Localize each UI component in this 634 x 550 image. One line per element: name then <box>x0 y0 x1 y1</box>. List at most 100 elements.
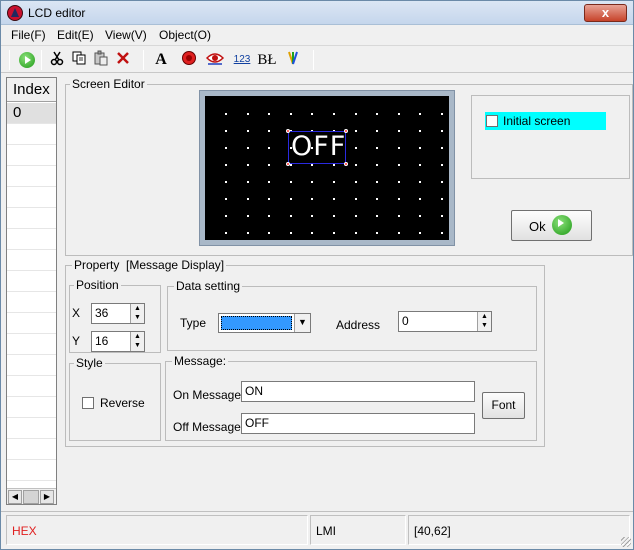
list-item <box>7 250 56 271</box>
status-device-text: LMI <box>316 524 337 538</box>
ok-button[interactable]: Ok <box>511 210 592 241</box>
lcd-grid-dot <box>246 181 249 183</box>
lcd-grid-dot <box>397 198 400 200</box>
bitmap-button[interactable]: BŁ <box>257 50 277 70</box>
font-button[interactable]: Font <box>482 392 525 419</box>
lcd-grid-dot <box>419 130 422 132</box>
record-icon <box>182 51 196 65</box>
cut-button[interactable] <box>47 50 67 70</box>
lcd-grid-dot <box>289 232 292 234</box>
delete-button[interactable] <box>113 50 133 70</box>
address-spinner[interactable]: ▲ ▼ <box>477 312 491 331</box>
status-device: LMI <box>310 515 406 545</box>
initial-screen-checkbox[interactable] <box>486 115 498 127</box>
on-message-field[interactable]: ON <box>241 381 475 402</box>
lcd-grid-dot <box>246 198 249 200</box>
lcd-grid-dot <box>333 215 335 217</box>
list-item <box>7 355 56 376</box>
y-spinner[interactable]: ▲ ▼ <box>130 332 144 351</box>
scroll-left-icon[interactable]: ◀ <box>8 490 22 504</box>
copy-button[interactable] <box>69 50 89 70</box>
lcd-grid-dot <box>441 215 443 217</box>
address-field[interactable]: 0 ▲ ▼ <box>398 311 492 332</box>
paint-button[interactable] <box>283 50 303 70</box>
view-button[interactable] <box>205 50 225 70</box>
spin-down-icon[interactable]: ▼ <box>478 321 491 331</box>
scroll-thumb[interactable] <box>23 490 39 504</box>
resize-handle[interactable] <box>286 162 290 166</box>
lcd-grid-dot <box>376 147 379 149</box>
reverse-checkbox[interactable] <box>82 397 94 409</box>
lcd-grid-dot <box>419 113 422 115</box>
arrow-right-icon <box>552 215 572 235</box>
close-button[interactable]: x <box>584 4 627 22</box>
index-row-0[interactable]: 0 <box>7 103 56 124</box>
lcd-grid-dot <box>225 164 227 166</box>
lcd-preview[interactable]: OFF <box>205 96 449 240</box>
index-list[interactable]: Index 0 ◀ ▶ <box>6 77 57 505</box>
address-label: Address <box>336 318 381 332</box>
lcd-grid-dot <box>333 181 335 183</box>
paste-icon <box>94 50 108 66</box>
initial-screen-label[interactable]: Initial screen <box>503 114 570 128</box>
menu-edit[interactable]: Edit(E) <box>57 28 94 42</box>
paste-button[interactable] <box>91 50 111 70</box>
lcd-grid-dot <box>246 113 249 115</box>
go-button[interactable] <box>17 50 37 70</box>
menu-file[interactable]: File(F) <box>11 28 46 42</box>
menu-view[interactable]: View(V) <box>105 28 147 42</box>
on-message-value: ON <box>245 384 263 398</box>
lcd-grid-dot <box>354 215 357 217</box>
lcd-grid-dot <box>311 181 314 183</box>
y-field[interactable]: 16 ▲ ▼ <box>91 331 145 352</box>
lcd-grid-dot <box>246 147 249 149</box>
lcd-grid-dot <box>397 232 400 234</box>
toolbar-separator <box>9 50 10 70</box>
scroll-right-icon[interactable]: ▶ <box>40 490 54 504</box>
x-value: 36 <box>95 306 109 320</box>
type-select[interactable]: ▼ <box>218 313 311 333</box>
lcd-grid-dot <box>354 130 357 132</box>
text-button[interactable]: A <box>151 50 171 70</box>
lcd-grid-dot <box>354 181 357 183</box>
off-message-field[interactable]: OFF <box>241 413 475 434</box>
on-message-label: On Message: <box>173 388 245 402</box>
record-button[interactable] <box>179 50 199 70</box>
lcd-grid-dot <box>441 181 443 183</box>
lcd-grid-dot <box>354 232 357 234</box>
status-coords-text: [40,62] <box>414 524 451 538</box>
lcd-grid-dot <box>246 164 249 166</box>
x-spinner[interactable]: ▲ ▼ <box>130 304 144 323</box>
menu-object[interactable]: Object(O) <box>159 28 211 42</box>
lcd-grid-dot <box>397 113 400 115</box>
chevron-down-icon[interactable]: ▼ <box>294 314 310 332</box>
index-header[interactable]: Index <box>7 78 56 102</box>
list-item <box>7 166 56 187</box>
style-label: Style <box>74 356 105 370</box>
resize-grip-icon[interactable] <box>621 537 631 547</box>
spin-down-icon[interactable]: ▼ <box>131 341 144 351</box>
spin-down-icon[interactable]: ▼ <box>131 313 144 323</box>
lcd-grid-dot <box>268 164 271 166</box>
index-horizontal-scrollbar[interactable]: ◀ ▶ <box>7 488 56 504</box>
message-label: Message: <box>172 354 229 368</box>
status-coords: [40,62] <box>408 515 630 545</box>
lcd-grid-dot <box>268 232 271 234</box>
resize-handle[interactable] <box>344 162 348 166</box>
y-value: 16 <box>95 334 109 348</box>
status-mode: HEX <box>6 515 308 545</box>
lcd-grid-dot <box>289 113 292 115</box>
list-item <box>7 229 56 250</box>
lcd-grid-dot <box>376 164 379 166</box>
bitmap-icon: BŁ <box>257 52 277 68</box>
resize-handle[interactable] <box>286 129 290 133</box>
lcd-grid-dot <box>419 232 422 234</box>
x-field[interactable]: 36 ▲ ▼ <box>91 303 145 324</box>
lcd-grid-dot <box>225 215 227 217</box>
number-button[interactable]: 123 <box>231 50 253 70</box>
lcd-grid-dot <box>397 181 400 183</box>
list-item <box>7 145 56 166</box>
reverse-label[interactable]: Reverse <box>100 396 145 410</box>
list-item <box>7 460 56 481</box>
lcd-grid-dot <box>419 198 422 200</box>
